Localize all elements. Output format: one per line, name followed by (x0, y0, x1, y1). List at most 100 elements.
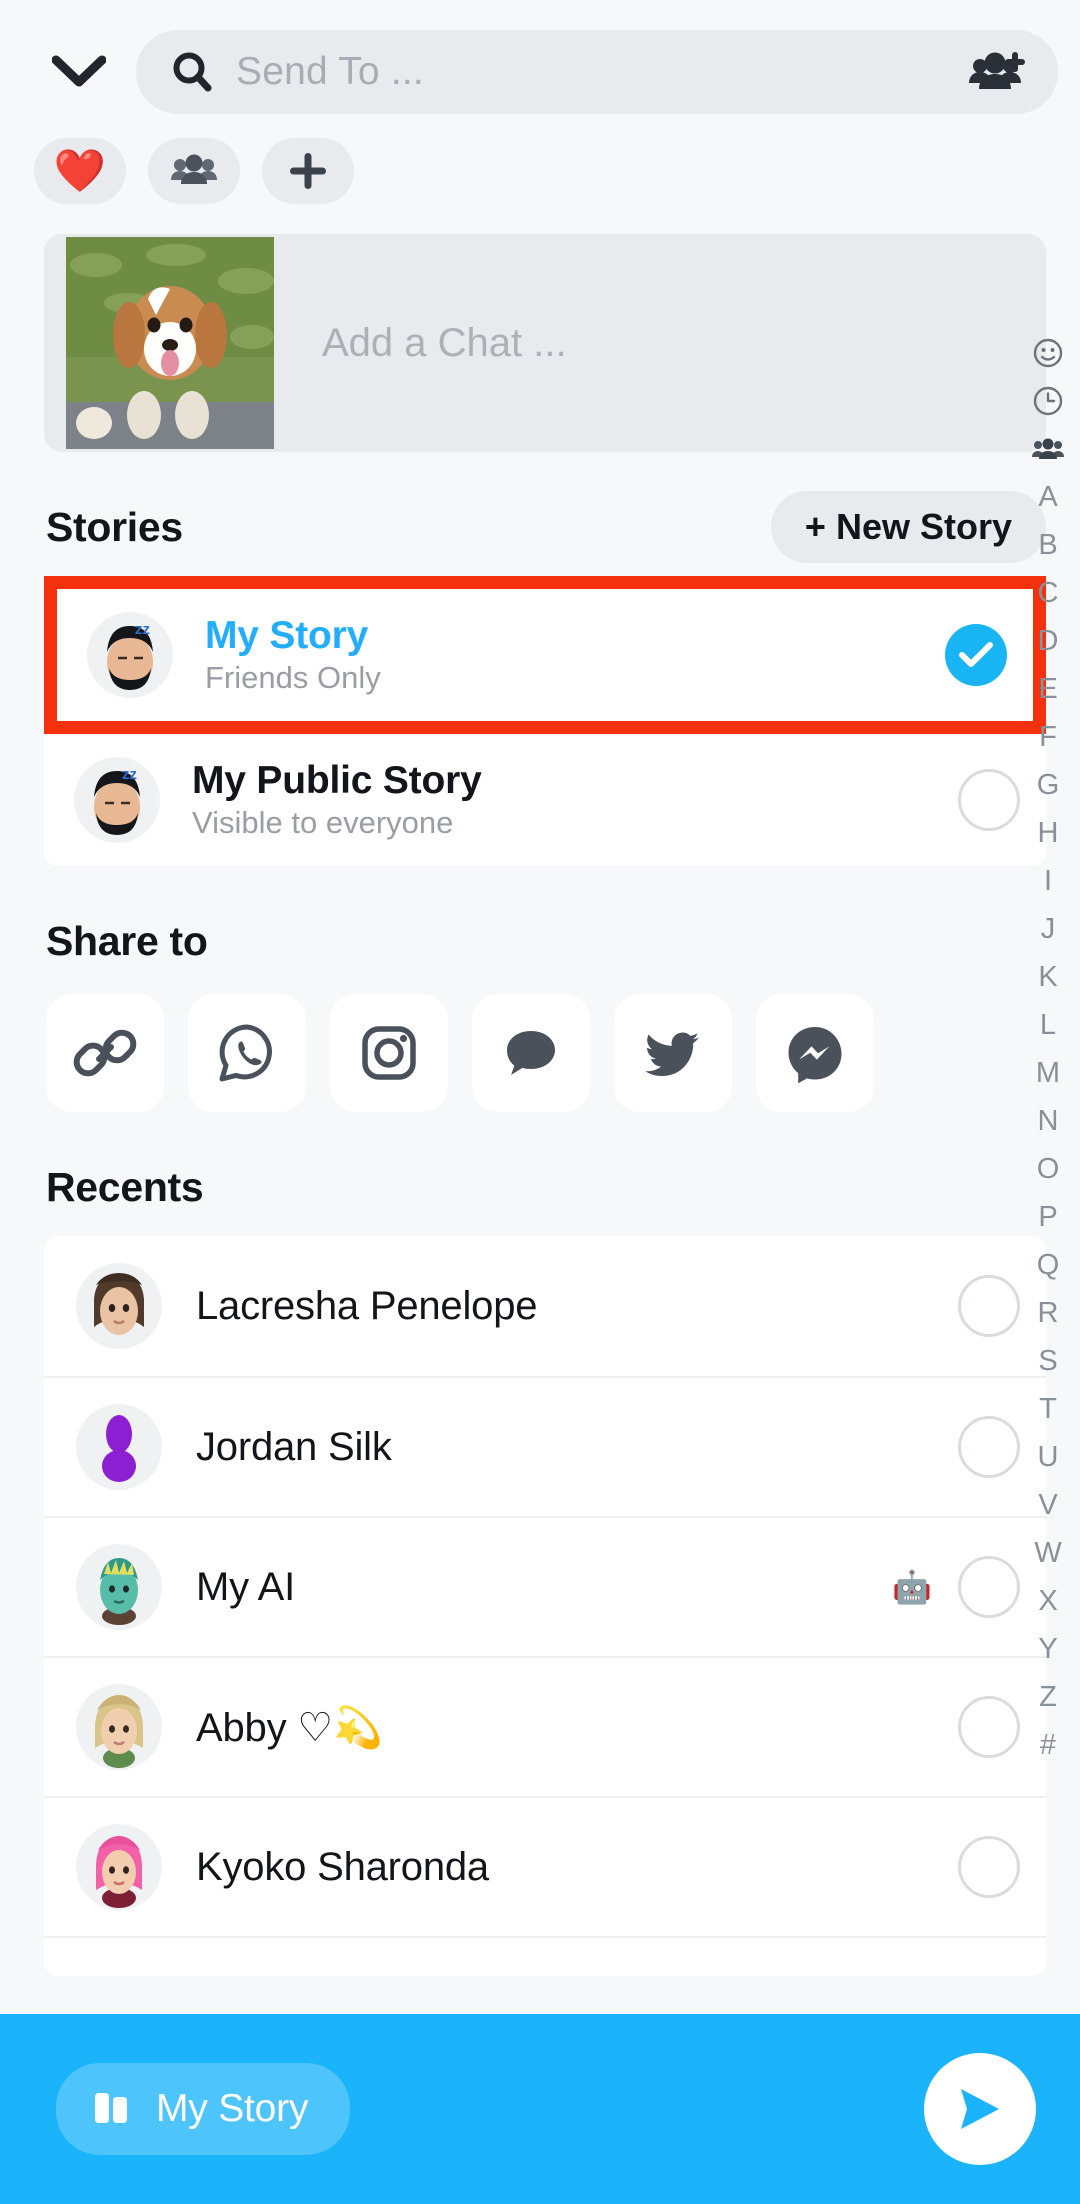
list-item[interactable]: Abby ♡💫 (44, 1656, 1046, 1796)
group-icon[interactable] (1031, 426, 1065, 472)
story-title: My Story (205, 613, 369, 657)
heart-icon: ❤️ (53, 147, 107, 194)
index-letter[interactable]: K (1038, 954, 1057, 1000)
avatar: zz (87, 612, 173, 698)
contact-select-checkbox[interactable] (958, 1556, 1020, 1618)
list-item[interactable]: Kyoko Sharonda (44, 1796, 1046, 1936)
whatsapp-icon (219, 1024, 272, 1082)
link-icon (73, 1029, 137, 1077)
share-to-row (0, 994, 1080, 1112)
recents-title: Recents (46, 1163, 204, 1210)
contact-name: Jordan Silk (196, 1424, 392, 1469)
plus-icon (290, 153, 326, 189)
clock-icon[interactable] (1033, 378, 1063, 424)
story-card-public: zz My Public Story Visible to everyone (44, 734, 1046, 866)
index-letter[interactable]: D (1038, 618, 1059, 664)
story-cards-icon (95, 2093, 127, 2123)
add-a-chat-field[interactable]: Add a Chat ... (44, 234, 1046, 452)
index-letter[interactable]: H (1038, 810, 1059, 856)
share-to-header: Share to (0, 902, 1080, 980)
contact-select-checkbox[interactable] (958, 1275, 1020, 1337)
search-input[interactable]: Send To ... (136, 30, 1058, 114)
send-arrow-icon (961, 2089, 999, 2129)
index-letter[interactable]: X (1038, 1578, 1057, 1624)
index-letter[interactable]: Q (1037, 1242, 1060, 1288)
avatar: zz (74, 757, 160, 843)
index-letter[interactable]: M (1036, 1050, 1060, 1096)
chevron-down-icon[interactable] (40, 33, 118, 111)
story-row-my-public-story[interactable]: zz My Public Story Visible to everyone (44, 734, 1046, 866)
index-letter[interactable]: B (1038, 522, 1057, 568)
avatar (76, 1684, 162, 1770)
story-subtitle: Friends Only (205, 660, 381, 696)
groups-chip[interactable] (148, 138, 240, 204)
top-bar: Send To ... (0, 0, 1080, 118)
search-icon (170, 50, 214, 94)
index-letter[interactable]: T (1039, 1386, 1057, 1432)
svg-text:zz: zz (122, 766, 137, 783)
index-letter[interactable]: R (1038, 1290, 1059, 1336)
avatar (76, 1263, 162, 1349)
story-row-my-story[interactable]: zz My Story Friends Only (57, 589, 1033, 721)
new-story-button[interactable]: + New Story (770, 491, 1046, 563)
index-letter[interactable]: S (1038, 1338, 1057, 1384)
index-letter[interactable]: E (1038, 666, 1057, 712)
add-friends-icon[interactable] (966, 49, 1028, 95)
share-whatsapp-button[interactable] (188, 994, 306, 1112)
messenger-icon (788, 1027, 842, 1084)
snapchat-send-to-screen: Send To ... ❤️ Add a Chat ... Stories + … (0, 0, 1080, 2204)
contact-select-checkbox[interactable] (958, 1696, 1020, 1758)
new-chat-chip[interactable] (262, 138, 354, 204)
bottom-send-bar: My Story (0, 2014, 1080, 2204)
story-texts: My Public Story Visible to everyone (192, 759, 958, 842)
share-link-button[interactable] (46, 994, 164, 1112)
share-messenger-button[interactable] (756, 994, 874, 1112)
puppy-photo-thumbnail (66, 237, 274, 449)
avatar (76, 1404, 162, 1490)
recents-header: Recents (0, 1148, 1080, 1226)
share-messages-button[interactable] (472, 994, 590, 1112)
index-letter[interactable]: I (1044, 858, 1052, 904)
smiley-icon[interactable] (1033, 330, 1063, 376)
twitter-bird-icon (645, 1032, 699, 1077)
index-letter[interactable]: Y (1038, 1626, 1057, 1672)
send-button[interactable] (924, 2053, 1036, 2165)
alphabet-index-rail[interactable]: A B C D E F G H I J K L M N O P Q R S T … (1016, 330, 1080, 1768)
index-letter[interactable]: F (1039, 714, 1057, 760)
list-item[interactable] (44, 1936, 1046, 1976)
group-icon (171, 154, 217, 184)
index-letter[interactable]: A (1038, 474, 1057, 520)
index-letter[interactable]: V (1038, 1482, 1057, 1528)
story-texts: My Story Friends Only (205, 614, 945, 697)
index-letter[interactable]: C (1038, 570, 1059, 616)
index-letter[interactable]: G (1037, 762, 1060, 808)
contact-select-checkbox[interactable] (958, 1836, 1020, 1898)
index-letter[interactable]: O (1037, 1146, 1060, 1192)
share-instagram-button[interactable] (330, 994, 448, 1112)
index-letter[interactable]: L (1040, 1002, 1056, 1048)
best-friends-chip[interactable]: ❤️ (34, 138, 126, 204)
list-item[interactable]: Jordan Silk (44, 1376, 1046, 1516)
list-item[interactable]: My AI 🤖 (44, 1516, 1046, 1656)
share-twitter-button[interactable] (614, 994, 732, 1112)
stories-list: zz My Story Friends Only zz My Public St… (44, 576, 1046, 866)
selected-recipient-label: My Story (156, 2087, 309, 2130)
contact-name: Lacresha Penelope (196, 1283, 538, 1328)
index-letter[interactable]: P (1038, 1194, 1057, 1240)
story-select-checkbox[interactable] (958, 769, 1020, 831)
index-letter[interactable]: U (1038, 1434, 1059, 1480)
contact-name: Abby ♡💫 (196, 1705, 383, 1750)
list-item[interactable]: Lacresha Penelope (44, 1236, 1046, 1376)
index-letter[interactable]: # (1040, 1722, 1056, 1768)
index-letter[interactable]: Z (1039, 1674, 1057, 1720)
index-letter[interactable]: W (1034, 1530, 1061, 1576)
story-select-checkbox[interactable] (945, 624, 1007, 686)
selected-recipient-chip[interactable]: My Story (56, 2063, 351, 2155)
recents-list: Lacresha Penelope Jordan Silk My AI 🤖 Ab… (44, 1236, 1046, 1976)
annotation-highlight-box: zz My Story Friends Only (44, 576, 1046, 734)
stories-header: Stories + New Story (0, 488, 1080, 566)
index-letter[interactable]: N (1038, 1098, 1059, 1144)
stories-title: Stories (46, 503, 183, 550)
index-letter[interactable]: J (1041, 906, 1056, 952)
contact-select-checkbox[interactable] (958, 1416, 1020, 1478)
